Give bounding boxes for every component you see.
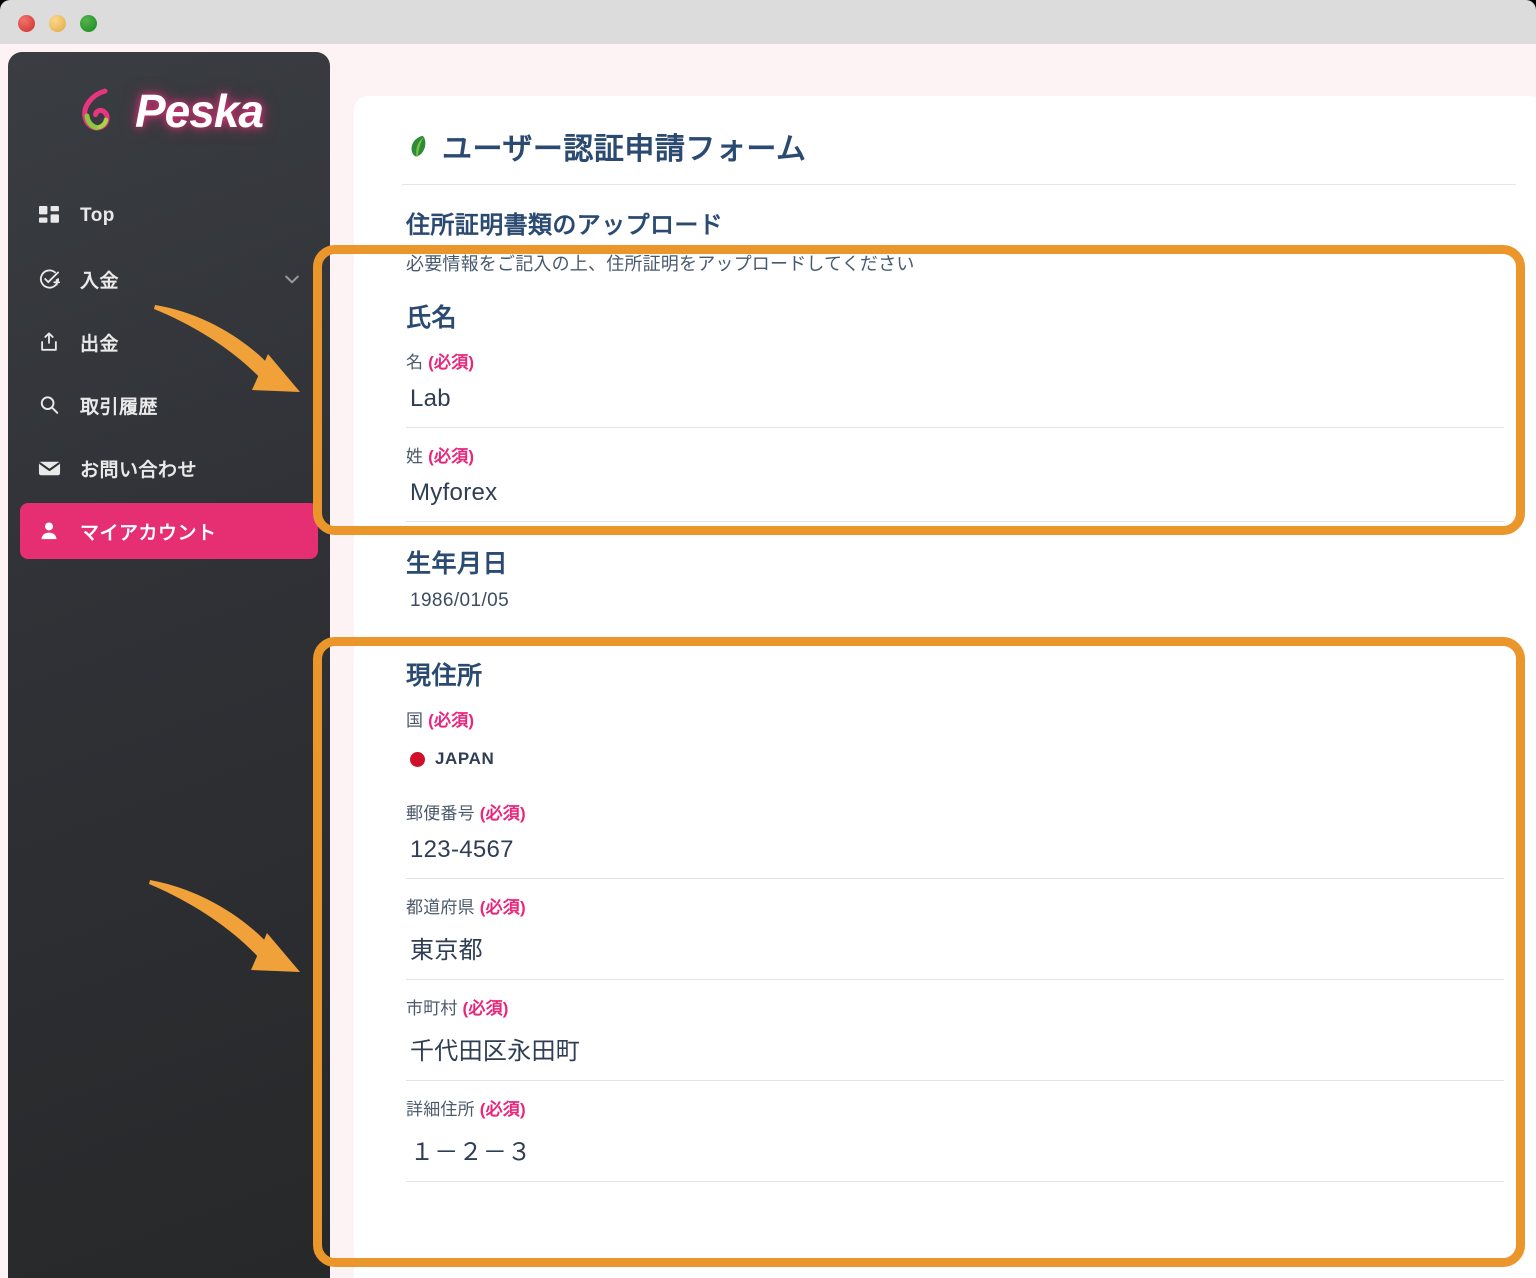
sidebar-item-label: 出金 — [80, 333, 120, 355]
label-text: 国 — [406, 711, 424, 730]
postal-code-field: 郵便番号 (必須) 123-4567 — [406, 785, 1504, 879]
page-title-text: ユーザー認証申請フォーム — [442, 133, 807, 166]
grid-dashboard-icon — [36, 205, 62, 227]
city-label: 市町村 (必須) — [406, 994, 1504, 1019]
sidebar-item-label: Top — [80, 205, 115, 226]
address-detail-value[interactable]: １－２－３ — [406, 1130, 1504, 1181]
country-label: 国 (必須) — [406, 706, 1504, 731]
country-name-text: JAPAN — [435, 749, 495, 768]
user-person-icon — [36, 521, 62, 541]
japan-flag-icon — [410, 751, 425, 767]
maximize-button[interactable] — [80, 15, 97, 32]
sidebar-item-top[interactable]: Top — [20, 188, 318, 244]
close-button[interactable] — [18, 15, 35, 32]
required-tag: (必須) — [428, 711, 475, 730]
screenshot-root: Peska Top 入金 出金 取引履歴 お問い合わせ マイアカウント ユーザー… — [0, 0, 1536, 1278]
page-title: ユーザー認証申請フォーム — [406, 124, 1504, 184]
field-underline — [406, 1181, 1504, 1182]
name-group-title: 氏名 — [406, 304, 458, 332]
first-name-field: 名 (必須) Lab — [406, 334, 1504, 428]
verification-form-card: ユーザー認証申請フォーム 住所証明書類のアップロード 必要情報をご記入の上、住所… — [354, 96, 1536, 1278]
required-tag: (必須) — [428, 353, 475, 372]
prefecture-label: 都道府県 (必須) — [406, 893, 1504, 918]
name-group: 氏名 名 (必須) Lab 姓 (必須) Myforex — [406, 298, 1504, 522]
sidebar-item-withdraw[interactable]: 出金 — [20, 314, 318, 370]
first-name-value[interactable]: Lab — [406, 383, 1504, 427]
address-group: 現住所 国 (必須) JAPAN 郵便番号 (必須) 123-4567 都道府県… — [406, 656, 1504, 1182]
brand-logo: Peska — [75, 85, 264, 137]
required-tag: (必須) — [462, 999, 509, 1018]
address-detail-label: 詳細住所 (必須) — [406, 1095, 1504, 1120]
city-value[interactable]: 千代田区永田町 — [406, 1029, 1504, 1080]
minimize-button[interactable] — [49, 15, 66, 32]
circle-check-plus-icon — [36, 268, 62, 291]
label-text: 市町村 — [406, 999, 458, 1018]
section-description: 必要情報をご記入の上、住所証明をアップロードしてください — [406, 254, 915, 274]
brand-header[interactable]: Peska — [8, 52, 330, 170]
required-tag: (必須) — [479, 1100, 526, 1119]
country-field: 国 (必須) JAPAN — [406, 692, 1504, 785]
window-title-bar — [0, 0, 1536, 44]
sidebar: Peska Top 入金 出金 取引履歴 お問い合わせ マイアカウント — [8, 52, 330, 1278]
prefecture-value[interactable]: 東京都 — [406, 928, 1504, 979]
prefecture-field: 都道府県 (必須) 東京都 — [406, 879, 1504, 980]
main-content: ユーザー認証申請フォーム 住所証明書類のアップロード 必要情報をご記入の上、住所… — [330, 44, 1536, 1278]
label-text: 郵便番号 — [406, 804, 475, 823]
brand-name: Peska — [134, 85, 264, 137]
label-text: 詳細住所 — [406, 1100, 475, 1119]
search-icon — [36, 394, 62, 416]
traffic-lights — [18, 15, 97, 32]
sidebar-item-deposit[interactable]: 入金 — [20, 251, 318, 307]
address-detail-field: 詳細住所 (必須) １－２－３ — [406, 1081, 1504, 1182]
chevron-down-icon[interactable] — [282, 269, 302, 289]
label-text: 名 — [406, 353, 424, 372]
sidebar-item-contact[interactable]: お問い合わせ — [20, 440, 318, 496]
leaf-icon — [411, 135, 426, 157]
sidebar-item-history[interactable]: 取引履歴 — [20, 377, 318, 433]
sidebar-nav: Top 入金 出金 取引履歴 お問い合わせ マイアカウント — [8, 188, 330, 559]
sidebar-item-label: お問い合わせ — [80, 459, 198, 481]
title-divider — [402, 184, 1516, 185]
last-name-value[interactable]: Myforex — [406, 477, 1504, 521]
dob-group-title: 生年月日 — [406, 550, 509, 578]
dob-value: 1986/01/05 — [410, 590, 510, 611]
sidebar-item-label: マイアカウント — [80, 522, 217, 544]
upload-box-icon — [36, 331, 62, 353]
city-field: 市町村 (必須) 千代田区永田町 — [406, 980, 1504, 1081]
required-tag: (必須) — [479, 898, 526, 917]
app-viewport: Peska Top 入金 出金 取引履歴 お問い合わせ マイアカウント ユーザー… — [0, 44, 1536, 1278]
section-heading: 住所証明書類のアップロード — [406, 212, 724, 239]
label-text: 都道府県 — [406, 898, 475, 917]
country-value[interactable]: JAPAN — [406, 741, 1504, 785]
last-name-label: 姓 (必須) — [406, 442, 1504, 467]
postal-code-label: 郵便番号 (必須) — [406, 799, 1504, 824]
sidebar-item-label: 入金 — [80, 270, 120, 292]
label-text: 姓 — [406, 447, 424, 466]
last-name-field: 姓 (必須) Myforex — [406, 428, 1504, 522]
postal-code-value[interactable]: 123-4567 — [406, 834, 1504, 878]
peach-swirl-icon — [82, 88, 110, 131]
envelope-icon — [36, 457, 62, 480]
required-tag: (必須) — [479, 804, 526, 823]
required-tag: (必須) — [428, 447, 475, 466]
sidebar-item-my-account[interactable]: マイアカウント — [20, 503, 318, 559]
sidebar-item-label: 取引履歴 — [80, 396, 159, 418]
first-name-label: 名 (必須) — [406, 348, 1504, 373]
address-group-title: 現住所 — [406, 662, 483, 690]
dob-group: 生年月日 1986/01/05 — [406, 544, 1504, 612]
